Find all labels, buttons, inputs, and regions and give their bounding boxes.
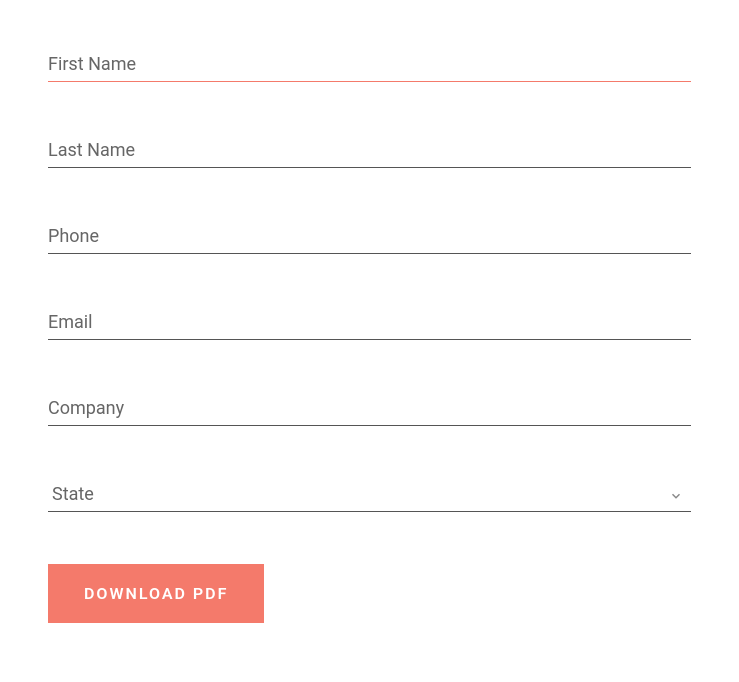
email-input[interactable] [48, 306, 691, 340]
company-input[interactable] [48, 392, 691, 426]
first-name-field [48, 48, 691, 82]
last-name-field [48, 134, 691, 168]
company-field [48, 392, 691, 426]
form-container: State DOWNLOAD PDF [48, 48, 691, 623]
first-name-input[interactable] [48, 48, 691, 82]
download-pdf-button[interactable]: DOWNLOAD PDF [48, 564, 264, 623]
last-name-input[interactable] [48, 134, 691, 168]
phone-input[interactable] [48, 220, 691, 254]
state-field: State [48, 478, 691, 512]
email-field [48, 306, 691, 340]
phone-field [48, 220, 691, 254]
state-select[interactable]: State [48, 478, 691, 512]
